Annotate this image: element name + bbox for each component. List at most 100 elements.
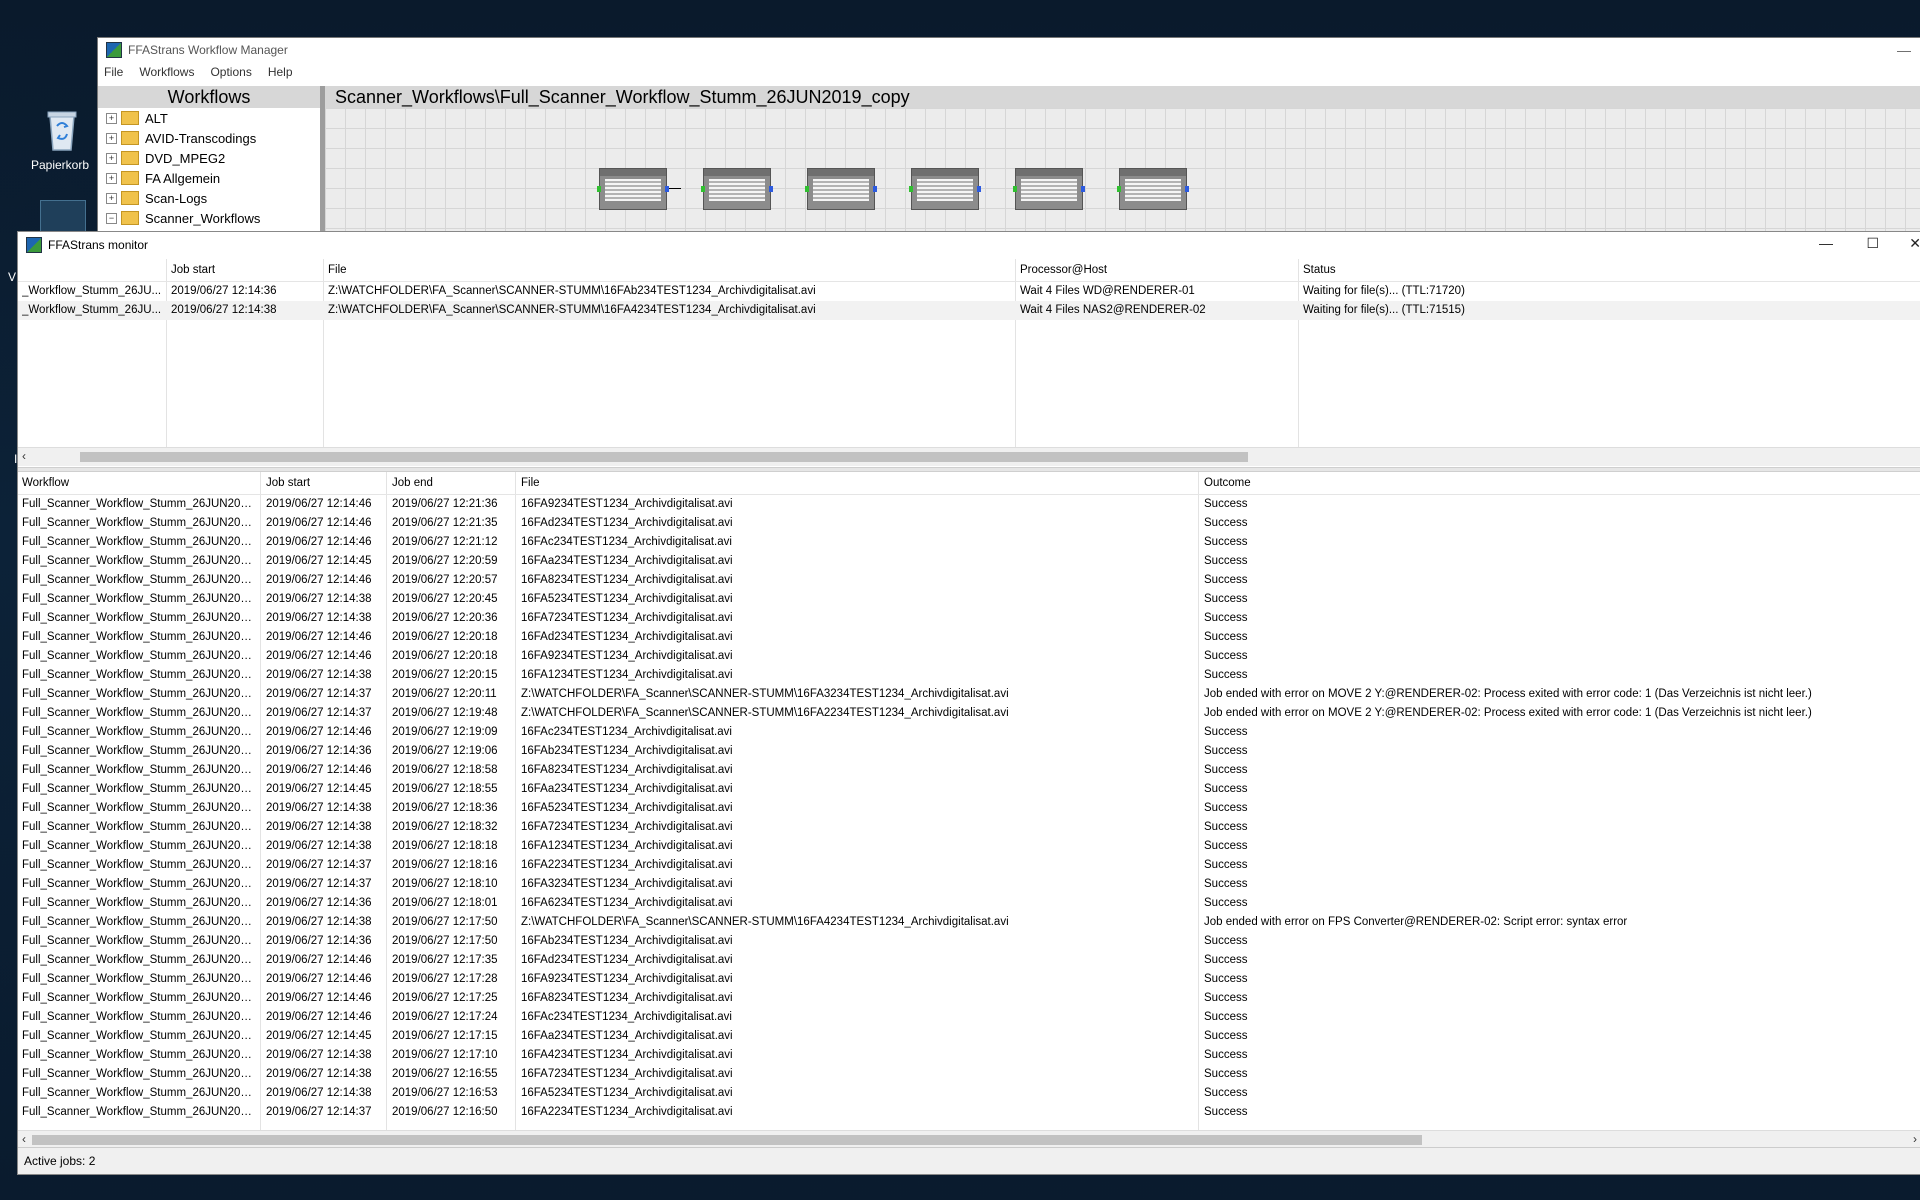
expand-icon[interactable]: + bbox=[106, 152, 117, 164]
minimize-icon[interactable]: — bbox=[1819, 235, 1833, 251]
workflow-node[interactable] bbox=[701, 168, 773, 210]
expand-icon[interactable]: + bbox=[106, 192, 117, 204]
workflow-node[interactable] bbox=[805, 168, 877, 210]
tree-item-scan-logs[interactable]: + Scan-Logs bbox=[98, 188, 320, 208]
menu-help[interactable]: Help bbox=[268, 65, 293, 79]
history-row[interactable]: Full_Scanner_Workflow_Stumm_26JUN201... 2… bbox=[18, 951, 1920, 970]
history-row[interactable]: Full_Scanner_Workflow_Stumm_26JUN201... 2… bbox=[18, 837, 1920, 856]
column-header-workflow[interactable]: Workflow bbox=[22, 477, 252, 489]
folder-icon bbox=[121, 171, 139, 185]
history-cell: 16FA1234TEST1234_Archivdigitalisat.avi bbox=[521, 669, 733, 681]
column-header-status[interactable]: Status bbox=[1303, 264, 1903, 276]
history-cell: 16FA8234TEST1234_Archivdigitalisat.avi bbox=[521, 764, 733, 776]
history-row[interactable]: Full_Scanner_Workflow_Stumm_26JUN201... 2… bbox=[18, 647, 1920, 666]
history-row[interactable]: Full_Scanner_Workflow_Stumm_26JUN201... 2… bbox=[18, 894, 1920, 913]
history-row[interactable]: Full_Scanner_Workflow_Stumm_26JUN201... 2… bbox=[18, 495, 1920, 514]
column-header-processor-host[interactable]: Processor@Host bbox=[1020, 264, 1290, 276]
tree-item-scanner-workflows[interactable]: − Scanner_Workflows bbox=[98, 208, 320, 228]
maximize-icon[interactable]: ☐ bbox=[1866, 235, 1879, 252]
history-cell: 2019/06/27 12:14:46 bbox=[266, 973, 372, 985]
column-header-job-start[interactable]: Job start bbox=[171, 264, 321, 276]
menu-bar: File Workflows Options Help bbox=[98, 62, 1920, 82]
history-row[interactable]: Full_Scanner_Workflow_Stumm_26JUN201... 2… bbox=[18, 875, 1920, 894]
expand-icon[interactable]: + bbox=[106, 112, 117, 124]
monitor-titlebar[interactable]: FFAStrans monitor — ☐ ✕ bbox=[18, 232, 1920, 258]
tree-item-dvd-mpeg2[interactable]: + DVD_MPEG2 bbox=[98, 148, 320, 168]
history-row[interactable]: Full_Scanner_Workflow_Stumm_26JUN201... 2… bbox=[18, 856, 1920, 875]
history-cell: Success bbox=[1204, 859, 1248, 871]
menu-options[interactable]: Options bbox=[210, 65, 251, 79]
history-row[interactable]: Full_Scanner_Workflow_Stumm_26JUN201... 2… bbox=[18, 913, 1920, 932]
workflow-manager-titlebar[interactable]: FFAStrans Workflow Manager — bbox=[98, 38, 1920, 62]
column-header-file[interactable]: File bbox=[521, 477, 1191, 489]
history-row[interactable]: Full_Scanner_Workflow_Stumm_26JUN201... 2… bbox=[18, 780, 1920, 799]
history-row[interactable]: Full_Scanner_Workflow_Stumm_26JUN201... 2… bbox=[18, 970, 1920, 989]
history-row[interactable]: Full_Scanner_Workflow_Stumm_26JUN201... 2… bbox=[18, 1065, 1920, 1084]
workflow-canvas[interactable] bbox=[325, 108, 1920, 234]
history-row[interactable]: Full_Scanner_Workflow_Stumm_26JUN201... 2… bbox=[18, 571, 1920, 590]
active-job-row[interactable]: _Workflow_Stumm_26JU... 2019/06/27 12:14:… bbox=[18, 282, 1920, 301]
tree-item-fa-allgemein[interactable]: + FA Allgemein bbox=[98, 168, 320, 188]
history-cell: Success bbox=[1204, 669, 1248, 681]
history-row[interactable]: Full_Scanner_Workflow_Stumm_26JUN201... 2… bbox=[18, 685, 1920, 704]
workflow-node[interactable] bbox=[1013, 168, 1085, 210]
column-header-job-end[interactable]: Job end bbox=[392, 477, 512, 489]
expand-icon[interactable]: + bbox=[106, 172, 117, 184]
history-row[interactable]: Full_Scanner_Workflow_Stumm_26JUN201... 2… bbox=[18, 1084, 1920, 1103]
expand-icon[interactable]: + bbox=[106, 132, 117, 144]
history-row[interactable]: Full_Scanner_Workflow_Stumm_26JUN201... 2… bbox=[18, 1027, 1920, 1046]
history-row[interactable]: Full_Scanner_Workflow_Stumm_26JUN201... 2… bbox=[18, 932, 1920, 951]
scroll-left-icon[interactable]: ‹ bbox=[22, 1132, 26, 1146]
history-row[interactable]: Full_Scanner_Workflow_Stumm_26JUN201... 2… bbox=[18, 989, 1920, 1008]
history-cell: 2019/06/27 12:14:38 bbox=[266, 593, 372, 605]
history-cell: Full_Scanner_Workflow_Stumm_26JUN201... bbox=[22, 840, 252, 852]
history-cell: 2019/06/27 12:14:46 bbox=[266, 536, 372, 548]
column-header-file[interactable]: File bbox=[328, 264, 1008, 276]
active-jobs-scrollbar[interactable]: ‹ bbox=[18, 447, 1920, 466]
workflow-node[interactable] bbox=[909, 168, 981, 210]
column-header-job-start[interactable]: Job start bbox=[266, 477, 384, 489]
recycle-bin-icon[interactable] bbox=[40, 106, 84, 152]
history-row[interactable]: Full_Scanner_Workflow_Stumm_26JUN201... 2… bbox=[18, 533, 1920, 552]
scroll-right-icon[interactable]: › bbox=[1913, 1132, 1917, 1146]
history-row[interactable]: Full_Scanner_Workflow_Stumm_26JUN201... 2… bbox=[18, 704, 1920, 723]
history-row[interactable]: Full_Scanner_Workflow_Stumm_26JUN201... 2… bbox=[18, 799, 1920, 818]
history-cell: 2019/06/27 12:14:38 bbox=[266, 1049, 372, 1061]
column-header-outcome[interactable]: Outcome bbox=[1204, 477, 1904, 489]
menu-file[interactable]: File bbox=[104, 65, 123, 79]
collapse-icon[interactable]: − bbox=[106, 212, 117, 224]
history-row[interactable]: Full_Scanner_Workflow_Stumm_26JUN201... 2… bbox=[18, 723, 1920, 742]
history-row[interactable]: Full_Scanner_Workflow_Stumm_26JUN201... 2… bbox=[18, 590, 1920, 609]
history-cell: 2019/06/27 12:14:45 bbox=[266, 1030, 372, 1042]
tree-item-avid-transcodings[interactable]: + AVID-Transcodings bbox=[98, 128, 320, 148]
ffastrans-app-icon bbox=[26, 237, 42, 253]
active-jobs-rows: _Workflow_Stumm_26JU... 2019/06/27 12:14:… bbox=[18, 282, 1920, 320]
history-row[interactable]: Full_Scanner_Workflow_Stumm_26JUN201... 2… bbox=[18, 742, 1920, 761]
history-row[interactable]: Full_Scanner_Workflow_Stumm_26JUN201... 2… bbox=[18, 761, 1920, 780]
history-row[interactable]: Full_Scanner_Workflow_Stumm_26JUN201... 2… bbox=[18, 628, 1920, 647]
history-row[interactable]: Full_Scanner_Workflow_Stumm_26JUN201... 2… bbox=[18, 609, 1920, 628]
history-cell: 16FAd234TEST1234_Archivdigitalisat.avi bbox=[521, 631, 733, 643]
scrollbar-thumb[interactable] bbox=[32, 1135, 1422, 1145]
menu-workflows[interactable]: Workflows bbox=[139, 65, 194, 79]
history-cell: Full_Scanner_Workflow_Stumm_26JUN201... bbox=[22, 593, 252, 605]
active-job-row[interactable]: _Workflow_Stumm_26JU... 2019/06/27 12:14:… bbox=[18, 301, 1920, 320]
workflow-node[interactable] bbox=[1117, 168, 1189, 210]
history-row[interactable]: Full_Scanner_Workflow_Stumm_26JUN201... 2… bbox=[18, 1046, 1920, 1065]
scrollbar-thumb[interactable] bbox=[80, 452, 1248, 462]
scroll-left-icon[interactable]: ‹ bbox=[22, 449, 26, 463]
history-row[interactable]: Full_Scanner_Workflow_Stumm_26JUN201... 2… bbox=[18, 1103, 1920, 1122]
history-cell: Full_Scanner_Workflow_Stumm_26JUN201... bbox=[22, 1068, 252, 1080]
tree-item-alt[interactable]: + ALT bbox=[98, 108, 320, 128]
workflow-node[interactable] bbox=[597, 168, 669, 210]
history-row[interactable]: Full_Scanner_Workflow_Stumm_26JUN201... 2… bbox=[18, 1008, 1920, 1027]
history-row[interactable]: Full_Scanner_Workflow_Stumm_26JUN201... 2… bbox=[18, 818, 1920, 837]
history-cell: 16FA9234TEST1234_Archivdigitalisat.avi bbox=[521, 973, 733, 985]
history-cell: 2019/06/27 12:18:18 bbox=[392, 840, 498, 852]
history-cell: 16FA8234TEST1234_Archivdigitalisat.avi bbox=[521, 992, 733, 1004]
close-icon[interactable]: ✕ bbox=[1909, 235, 1920, 252]
history-row[interactable]: Full_Scanner_Workflow_Stumm_26JUN201... 2… bbox=[18, 514, 1920, 533]
minimize-icon[interactable]: — bbox=[1897, 42, 1911, 58]
history-row[interactable]: Full_Scanner_Workflow_Stumm_26JUN201... 2… bbox=[18, 666, 1920, 685]
history-row[interactable]: Full_Scanner_Workflow_Stumm_26JUN201... 2… bbox=[18, 552, 1920, 571]
